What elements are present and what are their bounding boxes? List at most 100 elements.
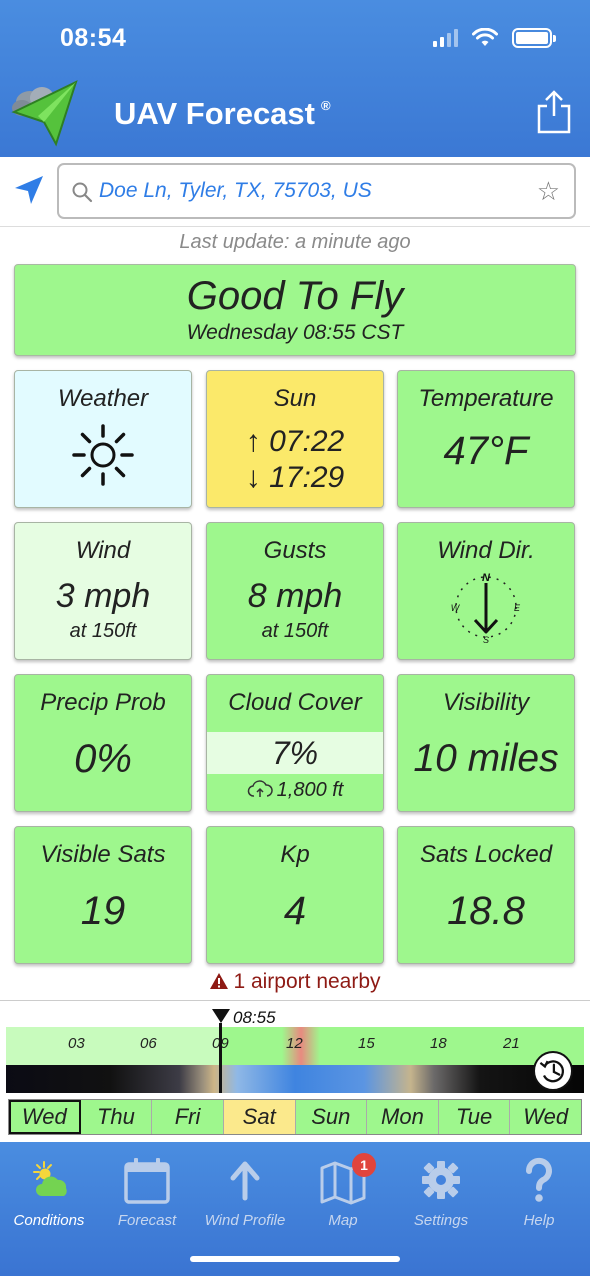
hour-label: 21 <box>503 1035 520 1052</box>
precip-prob-tile[interactable]: Precip Prob 0% <box>14 674 192 812</box>
sats-locked-value: 18.8 <box>447 889 525 933</box>
tab-map[interactable]: 1 Map <box>294 1152 392 1229</box>
history-clock-icon[interactable] <box>533 1051 573 1091</box>
location-text: Doe Ln, Tyler, TX, 75703, US <box>99 179 372 202</box>
cloud-cover-value: 7% <box>207 732 383 774</box>
temperature-title: Temperature <box>418 385 554 412</box>
gusts-tile[interactable]: Gusts 8 mph at 150ft <box>206 522 384 660</box>
day-tab[interactable]: Fri <box>152 1100 224 1134</box>
weather-tile[interactable]: Weather <box>14 370 192 508</box>
app-logo-icon <box>11 80 78 147</box>
cloud-cover-title: Cloud Cover <box>228 689 362 716</box>
sun-icon <box>72 424 134 486</box>
visible-sats-title: Visible Sats <box>40 841 166 868</box>
visible-sats-tile[interactable]: Visible Sats 19 <box>14 826 192 964</box>
day-tab[interactable]: Sat <box>223 1100 296 1134</box>
warning-icon <box>210 973 229 989</box>
day-tab[interactable]: Sun <box>295 1100 368 1134</box>
trademark: ® <box>321 98 331 113</box>
compass-n: N <box>482 572 491 584</box>
tab-conditions-label: Conditions <box>13 1212 85 1229</box>
fly-status-banner[interactable]: Good To Fly Wednesday 08:55 CST <box>14 264 576 356</box>
day-selector: Wed Thu Fri Sat Sun Mon Tue Wed <box>8 1099 582 1135</box>
tab-help-label: Help <box>523 1212 555 1229</box>
map-badge: 1 <box>352 1153 376 1177</box>
gusts-altitude: at 150ft <box>261 620 329 642</box>
location-search-input[interactable]: Doe Ln, Tyler, TX, 75703, US ☆ <box>57 163 576 219</box>
current-time-marker-icon[interactable] <box>212 1009 230 1023</box>
sun-tile[interactable]: Sun ↑ 07:22 ↓ 17:29 <box>206 370 384 508</box>
hour-label: 18 <box>430 1035 447 1052</box>
sats-locked-title: Sats Locked <box>419 841 553 868</box>
app-title: UAV Forecast ® <box>114 96 331 132</box>
tab-settings[interactable]: Settings <box>392 1152 490 1229</box>
hour-label: 06 <box>140 1035 157 1052</box>
cloud-upload-icon <box>247 780 273 797</box>
cellular-signal-icon <box>433 29 458 47</box>
calendar-icon <box>124 1158 170 1204</box>
tab-settings-label: Settings <box>413 1212 469 1229</box>
precip-prob-value: 0% <box>74 737 132 781</box>
kp-tile[interactable]: Kp 4 <box>206 826 384 964</box>
favorite-star-icon[interactable]: ☆ <box>537 178 560 204</box>
wind-title: Wind <box>75 537 131 564</box>
airport-warning-text: 1 airport nearby <box>233 970 381 993</box>
weather-title: Weather <box>57 385 149 412</box>
hour-strip[interactable]: 03 06 09 12 15 18 21 <box>6 1027 584 1065</box>
app-header: 08:54 UAV Forecast ® <box>0 0 590 157</box>
temperature-value: 47°F <box>443 429 529 473</box>
airport-warning[interactable]: 1 airport nearby <box>0 970 590 994</box>
visible-sats-value: 19 <box>80 889 126 933</box>
day-tab[interactable]: Wed <box>9 1100 81 1134</box>
cloud-cover-tile[interactable]: Cloud Cover 7% 1,800 ft <box>206 674 384 812</box>
tab-conditions[interactable]: Conditions <box>0 1152 98 1229</box>
compass-w: W <box>451 603 461 613</box>
past-hours-band <box>6 1027 220 1065</box>
search-icon <box>72 182 93 203</box>
wind-direction-title: Wind Dir. <box>437 537 535 564</box>
sunset-time: ↓ 17:29 <box>245 461 345 494</box>
tab-forecast[interactable]: Forecast <box>98 1152 196 1229</box>
wind-altitude: at 150ft <box>69 620 137 642</box>
visibility-title: Visibility <box>442 689 530 716</box>
gusts-value: 8 mph <box>247 577 343 615</box>
sunrise-time: ↑ 07:22 <box>245 425 345 458</box>
visibility-value: 10 miles <box>413 737 559 780</box>
gear-icon <box>422 1161 460 1199</box>
wind-tile[interactable]: Wind 3 mph at 150ft <box>14 522 192 660</box>
day-tab[interactable]: Thu <box>80 1100 153 1134</box>
last-update-text: Last update: a minute ago <box>179 231 411 253</box>
share-icon[interactable] <box>536 90 572 134</box>
visibility-tile[interactable]: Visibility 10 miles <box>397 674 575 812</box>
day-tab[interactable]: Wed <box>510 1100 581 1134</box>
hour-label: 15 <box>358 1035 375 1052</box>
tab-bar: Conditions Forecast Wind Profile 1 Map S… <box>0 1142 590 1276</box>
home-indicator[interactable] <box>190 1256 400 1262</box>
status-icons <box>433 28 556 48</box>
daylight-strip <box>6 1065 584 1093</box>
sats-locked-tile[interactable]: Sats Locked 18.8 <box>397 826 575 964</box>
status-time: 08:54 <box>60 24 127 52</box>
sun-cloud-icon <box>33 1161 67 1196</box>
hourly-timeline[interactable]: 03 06 09 12 15 18 21 08:55 Wed Thu Fri S… <box>0 1000 590 1140</box>
tab-wind-profile[interactable]: Wind Profile <box>196 1152 294 1229</box>
wind-value: 3 mph <box>55 577 151 615</box>
wind-direction-tile[interactable]: Wind Dir. N E S W <box>397 522 575 660</box>
location-arrow-icon[interactable] <box>12 173 46 207</box>
wind-compass-icon: N E S W <box>451 572 521 645</box>
day-tab[interactable]: Mon <box>367 1100 439 1134</box>
tab-help[interactable]: Help <box>490 1152 588 1229</box>
current-time-label: 08:55 <box>233 1008 276 1027</box>
wifi-icon <box>472 28 498 46</box>
kp-value: 4 <box>283 889 307 933</box>
tab-wind-profile-label: Wind Profile <box>204 1212 286 1229</box>
temperature-tile[interactable]: Temperature 47°F <box>397 370 575 508</box>
day-tab[interactable]: Tue <box>438 1100 511 1134</box>
sun-title: Sun <box>273 385 317 412</box>
question-mark-icon <box>525 1157 552 1202</box>
arrow-up-icon <box>230 1161 260 1201</box>
current-time-line <box>219 1023 222 1093</box>
cloud-base-value: 1,800 ft <box>276 779 344 801</box>
fly-status-time: Wednesday 08:55 CST <box>186 321 404 344</box>
hour-label: 03 <box>68 1035 85 1052</box>
